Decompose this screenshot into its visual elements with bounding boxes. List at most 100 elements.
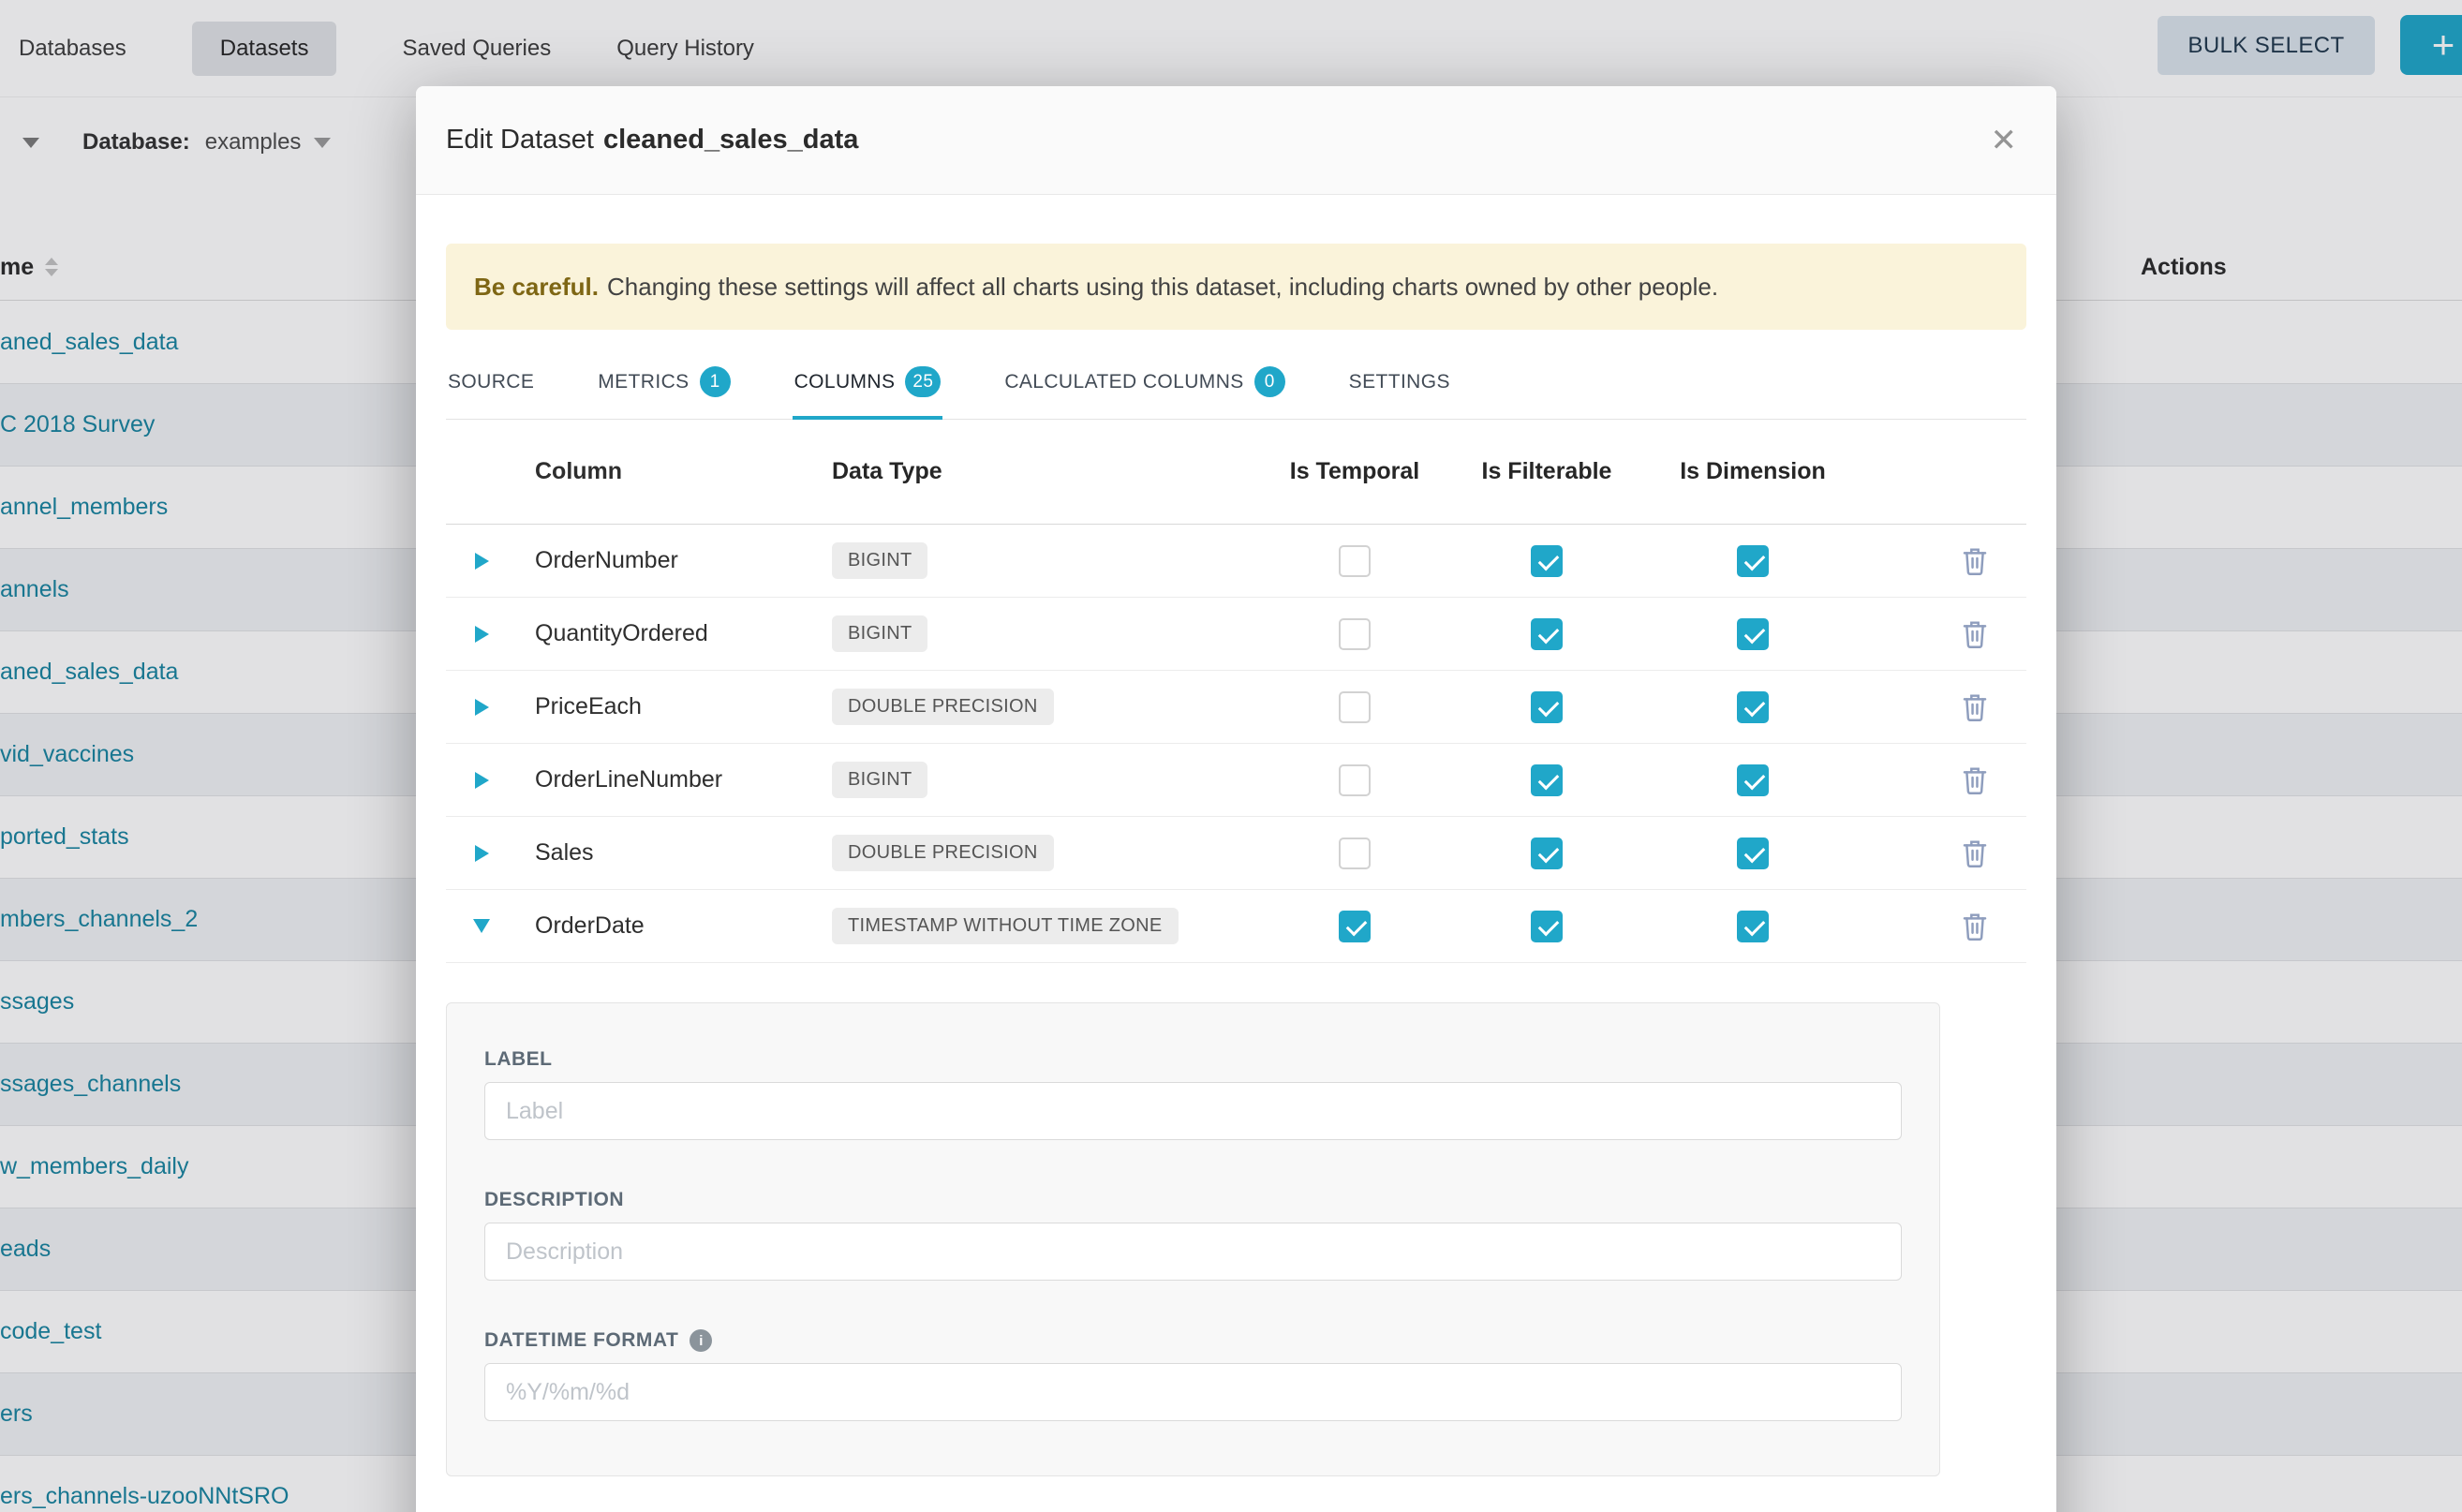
tab-columns[interactable]: COLUMNS25 — [793, 343, 943, 419]
is-dimension-checkbox[interactable] — [1737, 691, 1769, 723]
datetime-format-label: DATETIME FORMAT — [484, 1329, 678, 1352]
is-filterable-cell — [1439, 691, 1654, 723]
modal-title-dataset-name: cleaned_sales_data — [603, 125, 858, 155]
modal-body: Be careful. Changing these settings will… — [416, 244, 2056, 1476]
label-field: LABEL — [484, 1048, 1902, 1140]
trash-icon[interactable] — [1961, 546, 1989, 576]
expand-toggle[interactable] — [446, 626, 517, 643]
column-detail-panel: LABEL DESCRIPTION DATETIME FORMAT i — [446, 1002, 1940, 1476]
expand-toggle[interactable] — [446, 699, 517, 716]
caret-right-icon — [475, 699, 489, 716]
is-filterable-checkbox[interactable] — [1531, 764, 1563, 796]
trash-icon[interactable] — [1961, 619, 1989, 649]
trash-icon[interactable] — [1961, 765, 1989, 795]
is-filterable-checkbox[interactable] — [1531, 618, 1563, 650]
description-input[interactable] — [484, 1223, 1902, 1281]
label-field-label: LABEL — [484, 1048, 553, 1071]
is-filterable-checkbox[interactable] — [1531, 838, 1563, 869]
column-data-type-cell: DOUBLE PRECISION — [821, 689, 1270, 725]
is-dimension-cell — [1654, 838, 1851, 869]
is-dimension-checkbox[interactable] — [1737, 838, 1769, 869]
column-row: OrderNumber BIGINT — [446, 525, 2026, 598]
column-row: PriceEach DOUBLE PRECISION — [446, 671, 2026, 744]
modal-tabs: SOURCE METRICS1 COLUMNS25 CALCULATED COLUMN… — [446, 343, 2026, 420]
is-dimension-cell — [1654, 691, 1851, 723]
column-row: SalesDOUBLE PRECISION — [446, 817, 2026, 890]
is-temporal-cell — [1270, 911, 1439, 942]
data-type-pill: BIGINT — [832, 762, 927, 798]
column-name: PriceEach — [517, 693, 821, 720]
caret-right-icon — [475, 626, 489, 643]
is-filterable-checkbox[interactable] — [1531, 911, 1563, 942]
column-header-is-dimension: Is Dimension — [1654, 458, 1851, 485]
data-type-pill: TIMESTAMP WITHOUT TIME ZONE — [832, 908, 1179, 944]
is-dimension-cell — [1654, 618, 1851, 650]
is-dimension-cell — [1654, 911, 1851, 942]
info-icon[interactable]: i — [690, 1329, 712, 1352]
description-field: DESCRIPTION — [484, 1189, 1902, 1281]
tab-settings[interactable]: SETTINGS — [1347, 343, 1452, 419]
warning-bold-text: Be careful. — [474, 273, 599, 302]
caret-right-icon — [475, 772, 489, 789]
expand-toggle[interactable] — [446, 772, 517, 789]
datetime-format-field-header: DATETIME FORMAT i — [484, 1329, 1902, 1352]
label-input[interactable] — [484, 1082, 1902, 1140]
is-temporal-checkbox[interactable] — [1339, 691, 1371, 723]
caret-down-icon — [473, 919, 490, 933]
data-type-pill: BIGINT — [832, 542, 927, 579]
warning-banner: Be careful. Changing these settings will… — [446, 244, 2026, 330]
expand-toggle[interactable] — [446, 919, 517, 933]
tab-source[interactable]: SOURCE — [446, 343, 536, 419]
tab-count-badge: 0 — [1254, 366, 1285, 397]
is-dimension-checkbox[interactable] — [1737, 764, 1769, 796]
column-header-is-temporal: Is Temporal — [1270, 458, 1439, 485]
warning-text: Changing these settings will affect all … — [607, 273, 1718, 302]
description-field-label: DESCRIPTION — [484, 1189, 624, 1211]
is-dimension-cell — [1654, 545, 1851, 577]
column-data-type-cell: BIGINT — [821, 762, 1270, 798]
is-temporal-checkbox[interactable] — [1339, 838, 1371, 869]
is-filterable-cell — [1439, 838, 1654, 869]
is-filterable-checkbox[interactable] — [1531, 691, 1563, 723]
tab-label: CALCULATED COLUMNS — [1004, 369, 1243, 395]
datetime-format-input[interactable] — [484, 1363, 1902, 1421]
trash-icon[interactable] — [1961, 838, 1989, 868]
is-temporal-checkbox[interactable] — [1339, 545, 1371, 577]
datetime-format-field: DATETIME FORMAT i — [484, 1329, 1902, 1421]
expand-toggle[interactable] — [446, 845, 517, 862]
columns-table-header: Column Data Type Is Temporal Is Filterab… — [446, 420, 2026, 525]
is-filterable-cell — [1439, 764, 1654, 796]
is-filterable-checkbox[interactable] — [1531, 545, 1563, 577]
tab-label: SETTINGS — [1349, 369, 1450, 395]
tab-label: SOURCE — [448, 369, 534, 395]
trash-icon[interactable] — [1961, 692, 1989, 722]
column-name: OrderDate — [517, 912, 821, 940]
is-temporal-checkbox[interactable] — [1339, 618, 1371, 650]
modal-header: Edit Dataset cleaned_sales_data ✕ — [416, 86, 2056, 195]
column-row: QuantityOrderedBIGINT — [446, 598, 2026, 671]
column-name: OrderNumber — [517, 547, 821, 574]
is-temporal-cell — [1270, 618, 1439, 650]
delete-cell — [1851, 838, 2026, 868]
column-name: QuantityOrdered — [517, 620, 821, 647]
column-name: Sales — [517, 839, 821, 867]
modal-title-prefix: Edit Dataset — [446, 125, 594, 155]
column-data-type-cell: BIGINT — [821, 615, 1270, 652]
tab-calculated-columns[interactable]: CALCULATED COLUMNS 0 — [1002, 343, 1286, 419]
is-temporal-checkbox[interactable] — [1339, 764, 1371, 796]
caret-right-icon — [475, 845, 489, 862]
is-dimension-checkbox[interactable] — [1737, 911, 1769, 942]
delete-cell — [1851, 912, 2026, 941]
tab-label: METRICS — [598, 369, 689, 395]
data-type-pill: DOUBLE PRECISION — [832, 689, 1054, 725]
close-icon[interactable]: ✕ — [1991, 125, 2018, 156]
is-temporal-checkbox[interactable] — [1339, 911, 1371, 942]
tab-metrics[interactable]: METRICS1 — [596, 343, 732, 419]
trash-icon[interactable] — [1961, 912, 1989, 941]
is-temporal-cell — [1270, 691, 1439, 723]
expand-toggle[interactable] — [446, 553, 517, 570]
is-dimension-checkbox[interactable] — [1737, 618, 1769, 650]
is-dimension-checkbox[interactable] — [1737, 545, 1769, 577]
column-data-type-cell: TIMESTAMP WITHOUT TIME ZONE — [821, 908, 1270, 944]
description-field-header: DESCRIPTION — [484, 1189, 1902, 1211]
